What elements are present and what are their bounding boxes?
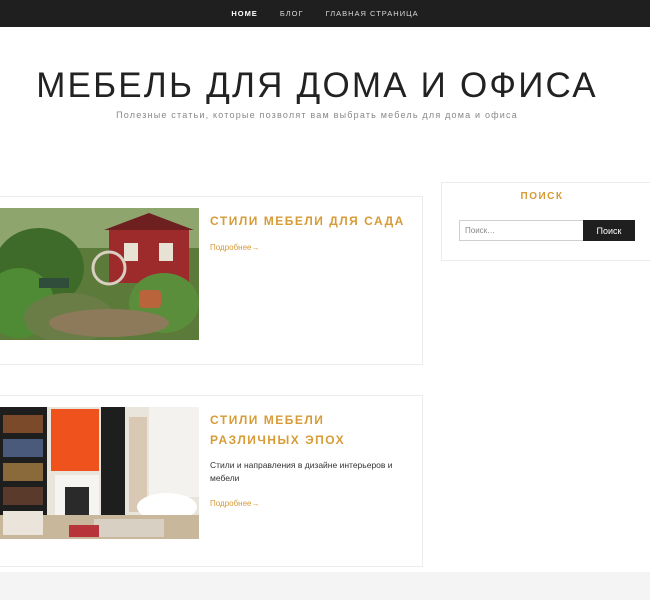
search-widget: Поиск Поиск (441, 182, 650, 261)
footer-area (0, 572, 650, 600)
post-title[interactable]: Стили мебели различных эпох (210, 410, 410, 450)
site-description: Полезные статьи, которые позволят вам вы… (116, 110, 518, 120)
post-thumbnail-interior[interactable] (0, 407, 199, 539)
search-input[interactable] (459, 220, 584, 241)
post-excerpt: Стили и направления в дизайне интерьеров… (210, 460, 393, 483)
interior-image (0, 407, 199, 539)
post-card: Стили мебели различных эпох Стили и напр… (0, 395, 423, 567)
read-more-link[interactable]: Подробнее→ (210, 499, 260, 508)
search-button[interactable]: Поиск (583, 220, 635, 241)
widget-title: Поиск (520, 191, 564, 202)
nav-item-main-page[interactable]: Главная страница (315, 9, 430, 18)
post-card: Стили мебели для сада Подробнее→ (0, 196, 423, 365)
garden-image (0, 208, 199, 340)
nav-item-blog[interactable]: Блог (269, 9, 315, 18)
post-title[interactable]: Стили мебели для сада (210, 211, 410, 231)
post-thumbnail-garden[interactable] (0, 208, 199, 340)
nav-item-home[interactable]: Home (220, 9, 269, 18)
read-more-link[interactable]: Подробнее→ (210, 243, 260, 252)
top-navigation: Home Блог Главная страница (0, 0, 650, 27)
site-title[interactable]: МЕБЕЛЬ ДЛЯ ДОМА И ОФИСА (0, 66, 634, 106)
